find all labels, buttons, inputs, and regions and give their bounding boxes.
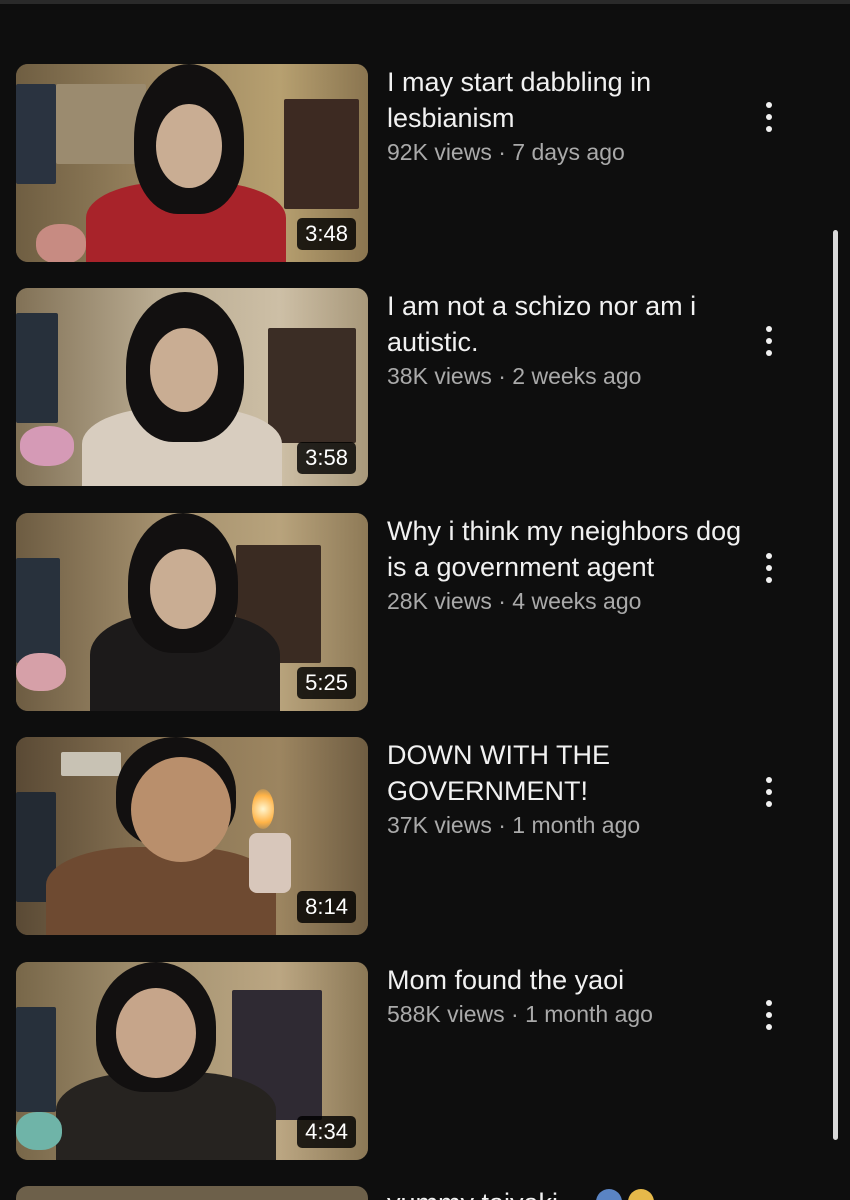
video-title[interactable]: I may start dabbling in lesbianism xyxy=(387,64,747,136)
video-duration: 3:58 xyxy=(297,442,356,474)
more-vert-icon[interactable] xyxy=(752,545,786,591)
more-vert-icon[interactable] xyxy=(752,992,786,1038)
thumbnail-plush xyxy=(36,224,86,262)
video-meta: I am not a schizo nor am i autistic. 38K… xyxy=(387,288,747,391)
stats-separator: · xyxy=(504,1001,526,1027)
video-duration: 8:14 xyxy=(297,891,356,923)
thumbnail-person xyxy=(46,847,276,935)
thumbnail-poster xyxy=(16,84,56,184)
video-meta: Why i think my neighbors dog is a govern… xyxy=(387,513,747,616)
video-item[interactable]: 3:58 I am not a schizo nor am i autistic… xyxy=(0,288,820,488)
stats-separator: · xyxy=(491,588,513,614)
thumbnail-face xyxy=(131,757,231,862)
video-duration: 5:25 xyxy=(297,667,356,699)
video-thumbnail[interactable]: 8:14 xyxy=(16,737,368,935)
video-views: 588K views xyxy=(387,1001,505,1027)
thumbnail-poster xyxy=(16,313,58,423)
video-stats: 37K views · 1 month ago xyxy=(387,810,747,840)
video-item[interactable]: 8:14 DOWN WITH THE GOVERNMENT! 37K views… xyxy=(0,737,820,937)
thumbnail-plush xyxy=(16,1112,62,1150)
thumbnail-face xyxy=(150,549,216,629)
thumbnail-poster xyxy=(284,99,359,209)
thumbnail-lighter xyxy=(249,833,291,893)
emoji-icon xyxy=(596,1189,622,1200)
video-stats: 38K views · 2 weeks ago xyxy=(387,361,747,391)
thumbnail-poster xyxy=(268,328,356,443)
video-duration: 3:48 xyxy=(297,218,356,250)
thumbnail-face xyxy=(150,328,218,412)
video-views: 38K views xyxy=(387,363,492,389)
video-item[interactable]: 5:25 Why i think my neighbors dog is a g… xyxy=(0,513,820,713)
video-views: 28K views xyxy=(387,588,492,614)
video-stats: 92K views · 7 days ago xyxy=(387,137,747,167)
thumbnail-window xyxy=(61,752,121,776)
video-thumbnail[interactable]: 5:25 xyxy=(16,513,368,711)
video-meta: Mom found the yaoi 588K views · 1 month … xyxy=(387,962,747,1029)
video-duration: 4:34 xyxy=(297,1116,356,1148)
video-thumbnail[interactable]: 3:58 xyxy=(16,288,368,486)
video-stats: 28K views · 4 weeks ago xyxy=(387,586,747,616)
video-thumbnail[interactable]: 4:34 xyxy=(16,962,368,1160)
video-thumbnail-partial[interactable] xyxy=(16,1186,368,1200)
video-age: 1 month ago xyxy=(525,1001,653,1027)
video-title[interactable]: DOWN WITH THE GOVERNMENT! xyxy=(387,737,747,809)
video-views: 37K views xyxy=(387,812,492,838)
stats-separator: · xyxy=(491,812,513,838)
video-age: 4 weeks ago xyxy=(512,588,642,614)
video-age: 1 month ago xyxy=(512,812,641,838)
video-title[interactable]: Mom found the yaoi xyxy=(387,962,747,998)
thumbnail-poster xyxy=(16,558,60,663)
video-title[interactable]: I am not a schizo nor am i autistic. xyxy=(387,288,747,360)
video-thumbnail[interactable]: 3:48 xyxy=(16,64,368,262)
emoji-icon xyxy=(628,1189,654,1200)
more-vert-icon[interactable] xyxy=(752,94,786,140)
thumbnail-poster xyxy=(16,1007,56,1112)
video-item[interactable]: 3:48 I may start dabbling in lesbianism … xyxy=(0,64,820,264)
video-meta: DOWN WITH THE GOVERNMENT! 37K views · 1 … xyxy=(387,737,747,840)
video-age: 7 days ago xyxy=(512,139,625,165)
thumbnail-plush xyxy=(20,426,74,466)
thumbnail-flame xyxy=(252,789,274,829)
stats-separator: · xyxy=(491,139,513,165)
more-vert-icon[interactable] xyxy=(752,318,786,364)
video-list-screen: 3:48 I may start dabbling in lesbianism … xyxy=(0,0,850,1200)
top-divider xyxy=(0,0,850,4)
thumbnail-face xyxy=(156,104,222,188)
video-title[interactable]: Why i think my neighbors dog is a govern… xyxy=(387,513,747,585)
video-item[interactable]: 4:34 Mom found the yaoi 588K views · 1 m… xyxy=(0,962,820,1162)
thumbnail-face xyxy=(116,988,196,1078)
more-vert-icon[interactable] xyxy=(752,769,786,815)
stats-separator: · xyxy=(491,363,513,389)
scrollbar[interactable] xyxy=(833,230,838,1140)
thumbnail-poster xyxy=(56,84,146,164)
thumbnail-plush xyxy=(16,653,66,691)
video-age: 2 weeks ago xyxy=(512,363,642,389)
video-meta: I may start dabbling in lesbianism 92K v… xyxy=(387,64,747,167)
video-views: 92K views xyxy=(387,139,492,165)
video-title-partial[interactable]: yummy taiyaki xyxy=(387,1188,558,1200)
video-stats: 588K views · 1 month ago xyxy=(387,999,747,1029)
